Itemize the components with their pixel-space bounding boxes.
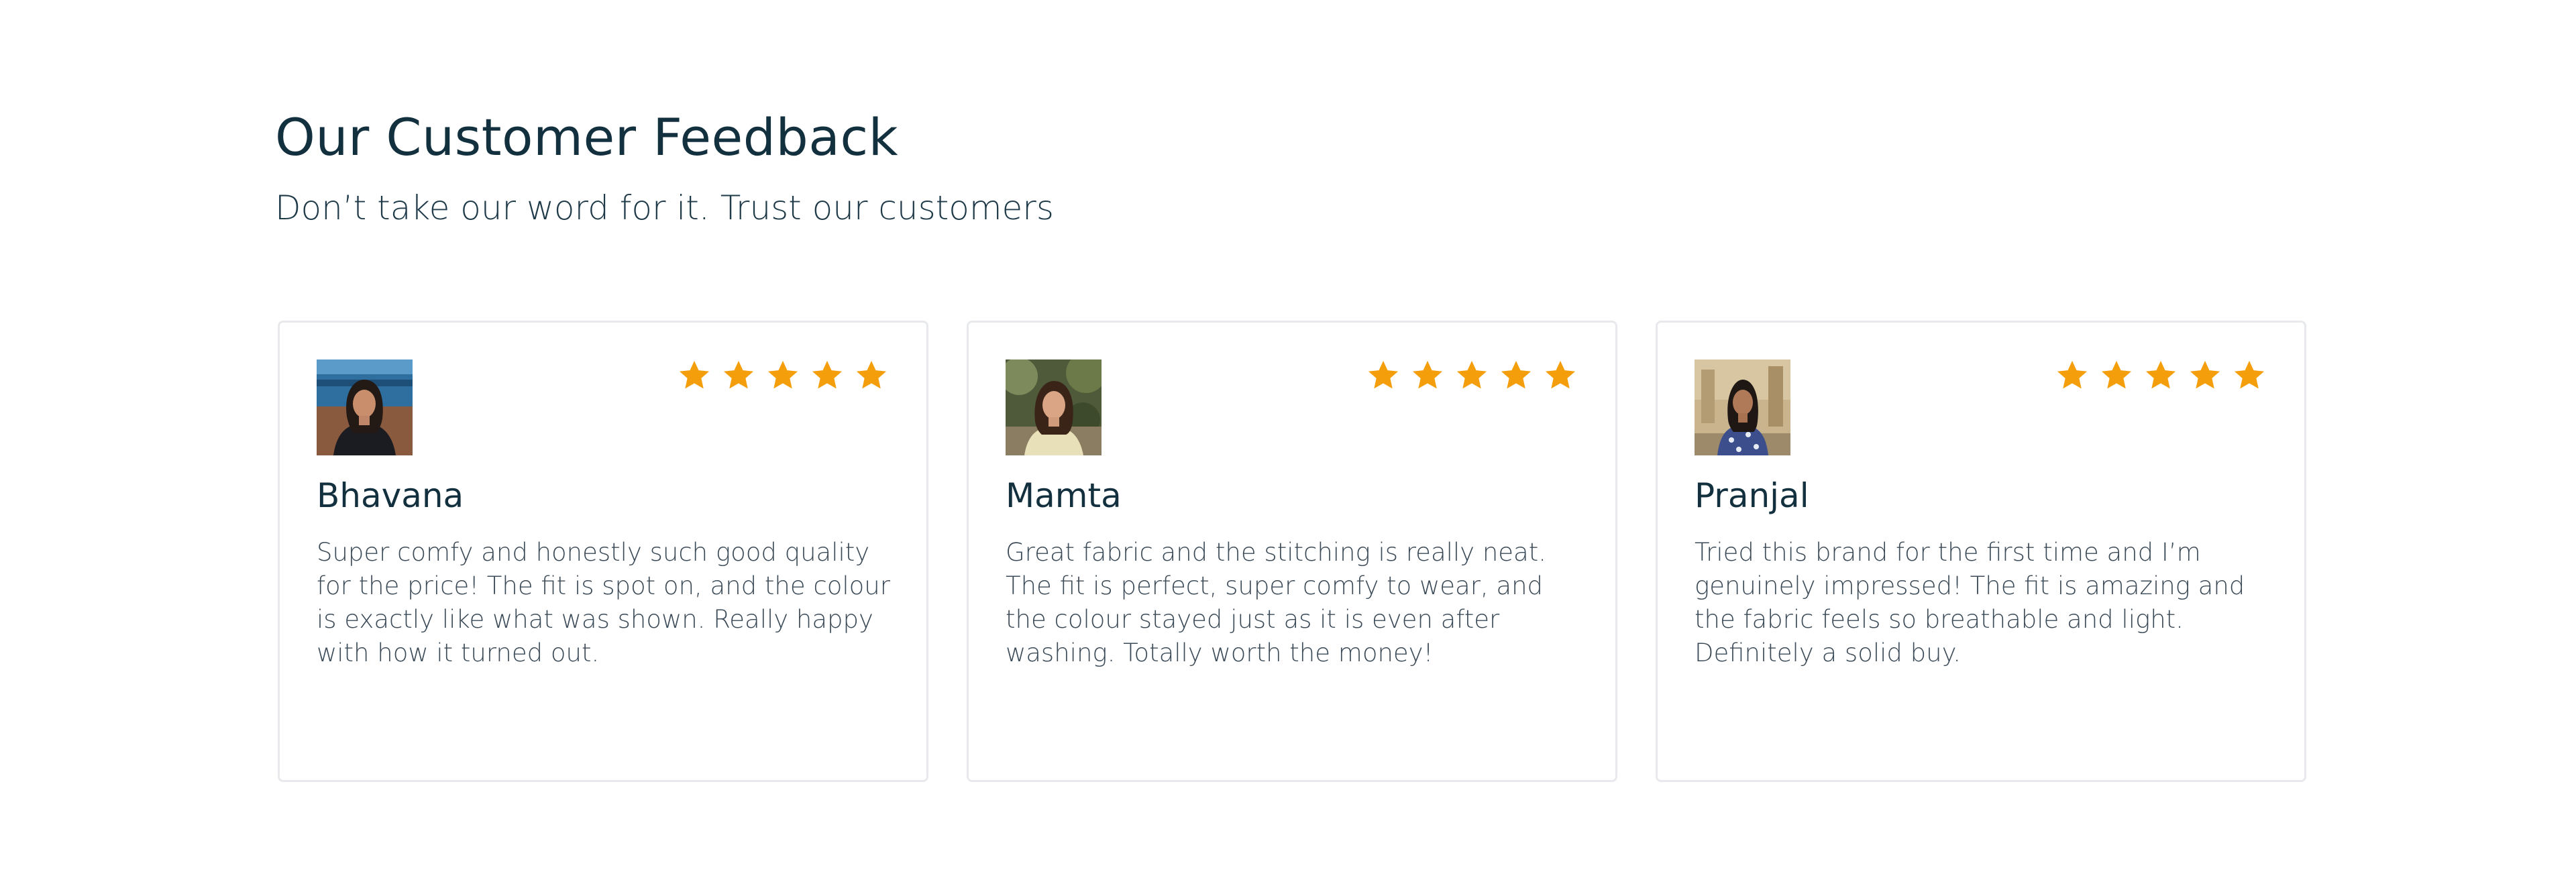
- rating-stars: [2054, 357, 2267, 394]
- star-icon: [720, 357, 757, 394]
- rating-stars: [676, 357, 890, 394]
- star-icon: [2143, 357, 2179, 394]
- review-cards: Bhavana Super comfy and honestly such go…: [278, 321, 2306, 783]
- avatar: [1006, 359, 1102, 455]
- section-title: Our Customer Feedback: [275, 107, 899, 167]
- star-icon: [1409, 357, 1446, 394]
- review-card: Pranjal Tried this brand for the first t…: [1656, 321, 2306, 782]
- reviewer-name: Pranjal: [1695, 476, 1809, 515]
- star-icon: [2098, 357, 2135, 394]
- section-subtitle: Don’t take our word for it. Trust our cu…: [275, 188, 1054, 227]
- star-icon: [1365, 357, 1401, 394]
- avatar-photo: [1006, 359, 1102, 455]
- avatar-photo: [1695, 359, 1790, 455]
- star-icon: [853, 357, 890, 394]
- star-icon: [2054, 357, 2090, 394]
- review-text: Super comfy and honestly such good quali…: [317, 538, 890, 667]
- reviewer-name: Bhavana: [317, 476, 464, 515]
- star-icon: [1454, 357, 1490, 394]
- star-icon: [2187, 357, 2223, 394]
- review-text: Great fabric and the stitching is really…: [1006, 538, 1546, 667]
- review-text: Tried this brand for the first time and …: [1695, 538, 2245, 667]
- customer-feedback-section: Our Customer Feedback Don’t take our wor…: [275, 0, 2306, 888]
- star-icon: [1498, 357, 1534, 394]
- avatar: [317, 359, 413, 455]
- reviewer-name: Mamta: [1006, 476, 1122, 515]
- star-icon: [676, 357, 712, 394]
- avatar-photo: [317, 359, 413, 455]
- avatar: [1695, 359, 1790, 455]
- star-icon: [809, 357, 845, 394]
- review-card: Mamta Great fabric and the stitching is …: [967, 321, 1617, 782]
- review-card: Bhavana Super comfy and honestly such go…: [278, 321, 928, 782]
- rating-stars: [1365, 357, 1578, 394]
- star-icon: [765, 357, 801, 394]
- star-icon: [2231, 357, 2267, 394]
- star-icon: [1542, 357, 1578, 394]
